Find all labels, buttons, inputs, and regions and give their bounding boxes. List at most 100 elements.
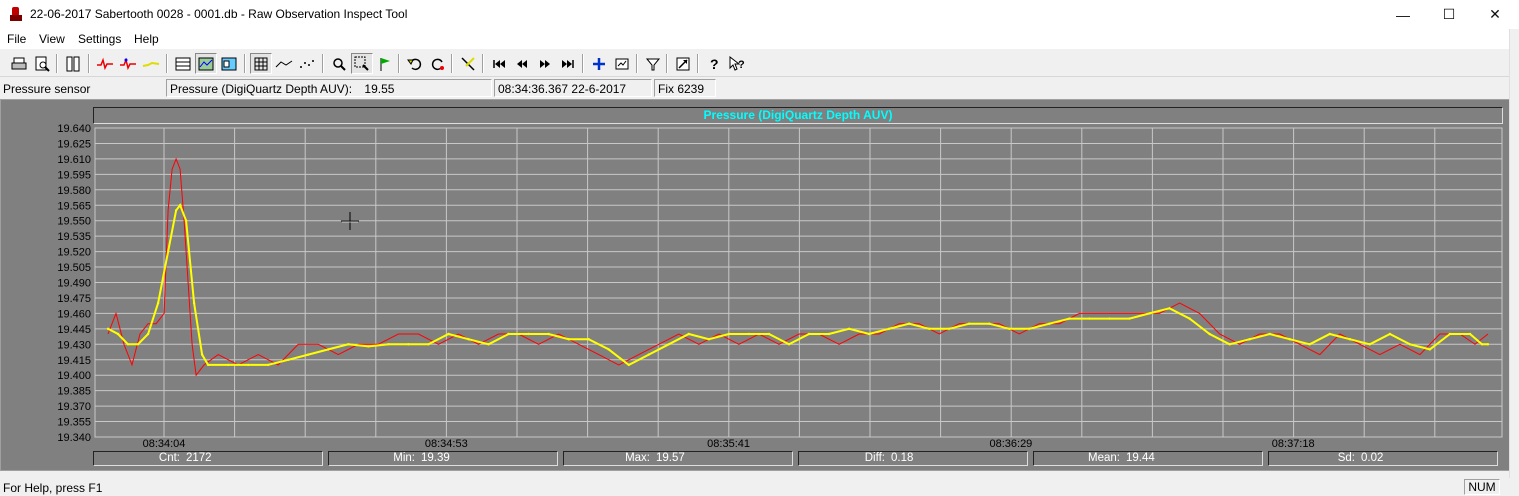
smoothed-point: [887, 327, 891, 330]
y-tick-label: 19.550: [57, 216, 91, 228]
smoothed-point: [607, 348, 610, 351]
smoothed-point: [1068, 317, 1071, 320]
smoothed-point: [1480, 343, 1484, 346]
stat-count: Cnt: 2172: [93, 451, 323, 466]
smoothed-point: [1208, 332, 1211, 336]
smoothed-point: [1268, 332, 1271, 336]
chart-grid: [94, 127, 1503, 438]
smoothed-point: [1448, 332, 1452, 336]
smoothed-point: [567, 338, 570, 341]
smoothed-point: [1388, 332, 1392, 336]
y-tick-label: 19.415: [57, 355, 91, 367]
smoothed-point: [928, 327, 931, 330]
y-tick-label: 19.490: [57, 278, 91, 290]
stat-min-value: 19.39: [421, 452, 450, 464]
smoothed-point: [156, 301, 160, 305]
smoothed-point: [1008, 327, 1011, 330]
stat-sd: Sd: 0.02: [1268, 451, 1498, 466]
stats-row: Cnt: 2172 Min: 19.39 Max: 19.57 Diff: 0.…: [0, 450, 1519, 467]
smoothed-point: [1328, 332, 1332, 336]
smoothed-point: [547, 332, 550, 336]
smoothed-point: [126, 343, 130, 346]
y-tick-label: 19.460: [57, 308, 91, 320]
smoothed-point: [367, 345, 370, 348]
smoothed-point: [948, 327, 951, 330]
smoothed-point: [627, 363, 630, 367]
smoothed-point: [1168, 307, 1171, 310]
smoothed-point: [867, 332, 871, 336]
smoothed-point: [184, 219, 188, 222]
vertical-scrollbar[interactable]: [1509, 29, 1519, 478]
smoothed-point: [908, 322, 911, 325]
stat-diff: Diff: 0.18: [798, 451, 1028, 466]
smoothed-point: [727, 332, 731, 336]
smoothed-point: [146, 332, 150, 336]
smoothed-point: [467, 338, 470, 341]
smoothed-point: [1308, 343, 1311, 346]
y-tick-label: 19.400: [57, 370, 91, 382]
smoothed-point: [427, 343, 430, 346]
stat-diff-value: 0.18: [891, 452, 914, 464]
stat-sd-value: 0.02: [1361, 452, 1384, 464]
smoothed-point: [267, 363, 270, 367]
smoothed-point: [136, 343, 140, 346]
smoothed-point: [1088, 317, 1091, 320]
smoothed-point: [387, 343, 390, 346]
x-tick-label: 08:34:53: [425, 438, 468, 450]
x-tick-label: 08:34:04: [143, 438, 186, 450]
y-tick-label: 19.340: [57, 432, 91, 444]
smoothed-point: [527, 332, 530, 336]
smoothed-point: [227, 363, 230, 367]
smoothed-point: [707, 338, 711, 341]
smoothed-point: [166, 250, 170, 253]
smoothed-point: [407, 343, 410, 346]
smoothed-point: [587, 338, 590, 341]
smoothed-point: [1188, 317, 1191, 320]
y-tick-label: 19.535: [57, 231, 91, 243]
y-tick-label: 19.610: [57, 154, 91, 166]
smoothed-point: [192, 301, 196, 305]
smoothed-point: [807, 332, 811, 336]
smoothed-point: [1288, 338, 1291, 341]
smoothed-point: [988, 322, 991, 325]
y-tick-label: 19.520: [57, 247, 91, 259]
y-tick-label: 19.595: [57, 169, 91, 181]
smoothed-point: [767, 332, 771, 336]
y-tick-label: 19.385: [57, 386, 91, 398]
smoothed-point: [174, 209, 178, 212]
smoothed-point: [787, 343, 791, 346]
stat-max: Max: 19.57: [563, 451, 793, 466]
smoothed-point: [1428, 348, 1432, 351]
smoothed-point: [827, 332, 831, 336]
stat-max-label: Max:: [625, 452, 650, 464]
smoothed-point: [847, 327, 851, 330]
num-lock-indicator: NUM: [1464, 479, 1500, 495]
smoothed-point: [747, 332, 751, 336]
stat-mean: Mean: 19.44: [1033, 451, 1263, 466]
stat-count-label: Cnt:: [158, 452, 180, 464]
y-tick-label: 19.445: [57, 324, 91, 336]
smoothed-point: [116, 332, 120, 336]
smoothed-point: [200, 353, 204, 356]
stat-max-value: 19.57: [656, 452, 685, 464]
smoothed-point: [667, 343, 670, 346]
stat-mean-label: Mean:: [1088, 452, 1120, 464]
y-tick-label: 19.625: [57, 138, 91, 150]
smoothed-point: [1408, 343, 1412, 346]
y-tick-label: 19.565: [57, 200, 91, 212]
x-tick-label: 08:37:18: [1272, 438, 1315, 450]
y-tick-label: 19.580: [57, 185, 91, 197]
smoothed-point: [687, 332, 690, 336]
smoothed-point: [1148, 312, 1151, 315]
y-tick-label: 19.370: [57, 401, 91, 413]
smoothed-point: [307, 353, 310, 356]
smoothed-point: [178, 204, 182, 207]
smoothed-point: [287, 358, 290, 361]
smoothed-point: [1368, 343, 1372, 346]
smoothed-point: [1468, 332, 1472, 336]
stat-diff-label: Diff:: [864, 452, 885, 464]
stat-count-value: 2172: [186, 452, 212, 464]
pressure-chart[interactable]: 19.640 19.625 19.610 19.595 19.580 19.565 19.5…: [0, 0, 1519, 478]
x-axis-ticks: 08:34:04 08:34:53 08:35:41 08:36:29 08:37:18: [143, 438, 1315, 450]
smoothed-point: [1048, 322, 1051, 325]
